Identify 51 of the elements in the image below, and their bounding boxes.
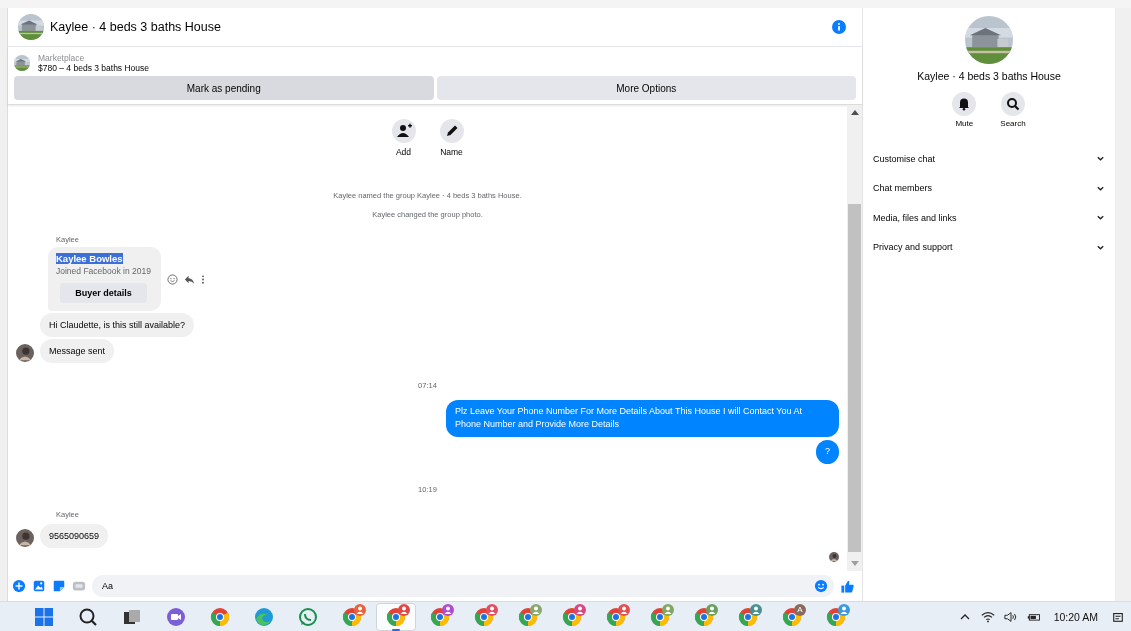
search-icon — [78, 606, 98, 627]
windows-icon — [34, 606, 54, 627]
chrome-icon — [210, 606, 230, 627]
listing-title: $780 – 4 beds 3 baths House — [38, 63, 150, 73]
clock[interactable]: 10:20 AM — [1053, 610, 1098, 623]
reply-icon[interactable] — [184, 273, 195, 285]
taskbar-app[interactable]: A — [772, 602, 812, 631]
listing-source: Marketplace — [38, 53, 86, 63]
wifi-icon[interactable] — [980, 610, 995, 623]
chat-title: Kaylee · 4 beds 3 baths House — [917, 70, 1061, 82]
listing-button[interactable]: More Options — [436, 76, 856, 100]
emoji-icon[interactable] — [167, 273, 178, 285]
sticker-icon[interactable] — [52, 579, 66, 593]
message-field[interactable]: Aa — [92, 575, 834, 597]
settings-section[interactable]: Customise chat — [873, 144, 1105, 174]
buyer-details-button[interactable]: Buyer details — [60, 283, 147, 303]
profile-letter: A — [794, 603, 806, 616]
message-bubble: ? — [816, 440, 839, 465]
bell-icon[interactable] — [952, 92, 977, 116]
notification-icon[interactable] — [1111, 610, 1125, 623]
browser-icon — [254, 606, 274, 627]
speaker-icon[interactable] — [1003, 610, 1018, 623]
info-icon[interactable] — [832, 20, 846, 34]
video-call-icon — [166, 606, 186, 627]
scrollbar[interactable] — [847, 105, 862, 571]
message-bubble: Hi Claudette, is this still available? — [40, 313, 195, 337]
action-label: Search — [1000, 119, 1026, 128]
add-person-icon[interactable] — [391, 119, 416, 143]
message-bubble: Plz Leave Your Phone Number For More Details About This House I will Contact You At Phone Number and Provide More Details — [446, 400, 839, 438]
chat-app-icon — [298, 606, 318, 627]
message-bubble: 9565090659 — [40, 524, 109, 549]
plus-icon[interactable] — [12, 579, 26, 593]
message-input[interactable]: Aa — [100, 580, 814, 592]
more-icon[interactable] — [201, 273, 205, 285]
search-icon[interactable] — [1001, 92, 1025, 116]
settings-section[interactable]: Media, files and links — [873, 203, 1105, 233]
pencil-icon[interactable] — [439, 119, 464, 143]
emoji-icon[interactable] — [814, 579, 828, 593]
thumbs-up-icon[interactable] — [840, 578, 855, 594]
profile-name: Kaylee Bowles — [56, 253, 123, 264]
message-bubble: Message sent — [40, 339, 115, 363]
chat-title: Kaylee · 4 beds 3 baths House — [50, 20, 222, 34]
profile-joined: Joined Facebook in 2019 — [56, 266, 151, 276]
avatar — [829, 552, 839, 563]
settings-section[interactable]: Chat members — [873, 173, 1105, 203]
settings-section[interactable]: Privacy and support — [873, 232, 1105, 262]
action-label: Name — [440, 147, 463, 157]
action-label: Mute — [955, 119, 974, 128]
action-label: Add — [395, 147, 412, 157]
image-icon[interactable] — [32, 579, 46, 593]
listing-button[interactable]: Mark as pending — [14, 76, 434, 100]
